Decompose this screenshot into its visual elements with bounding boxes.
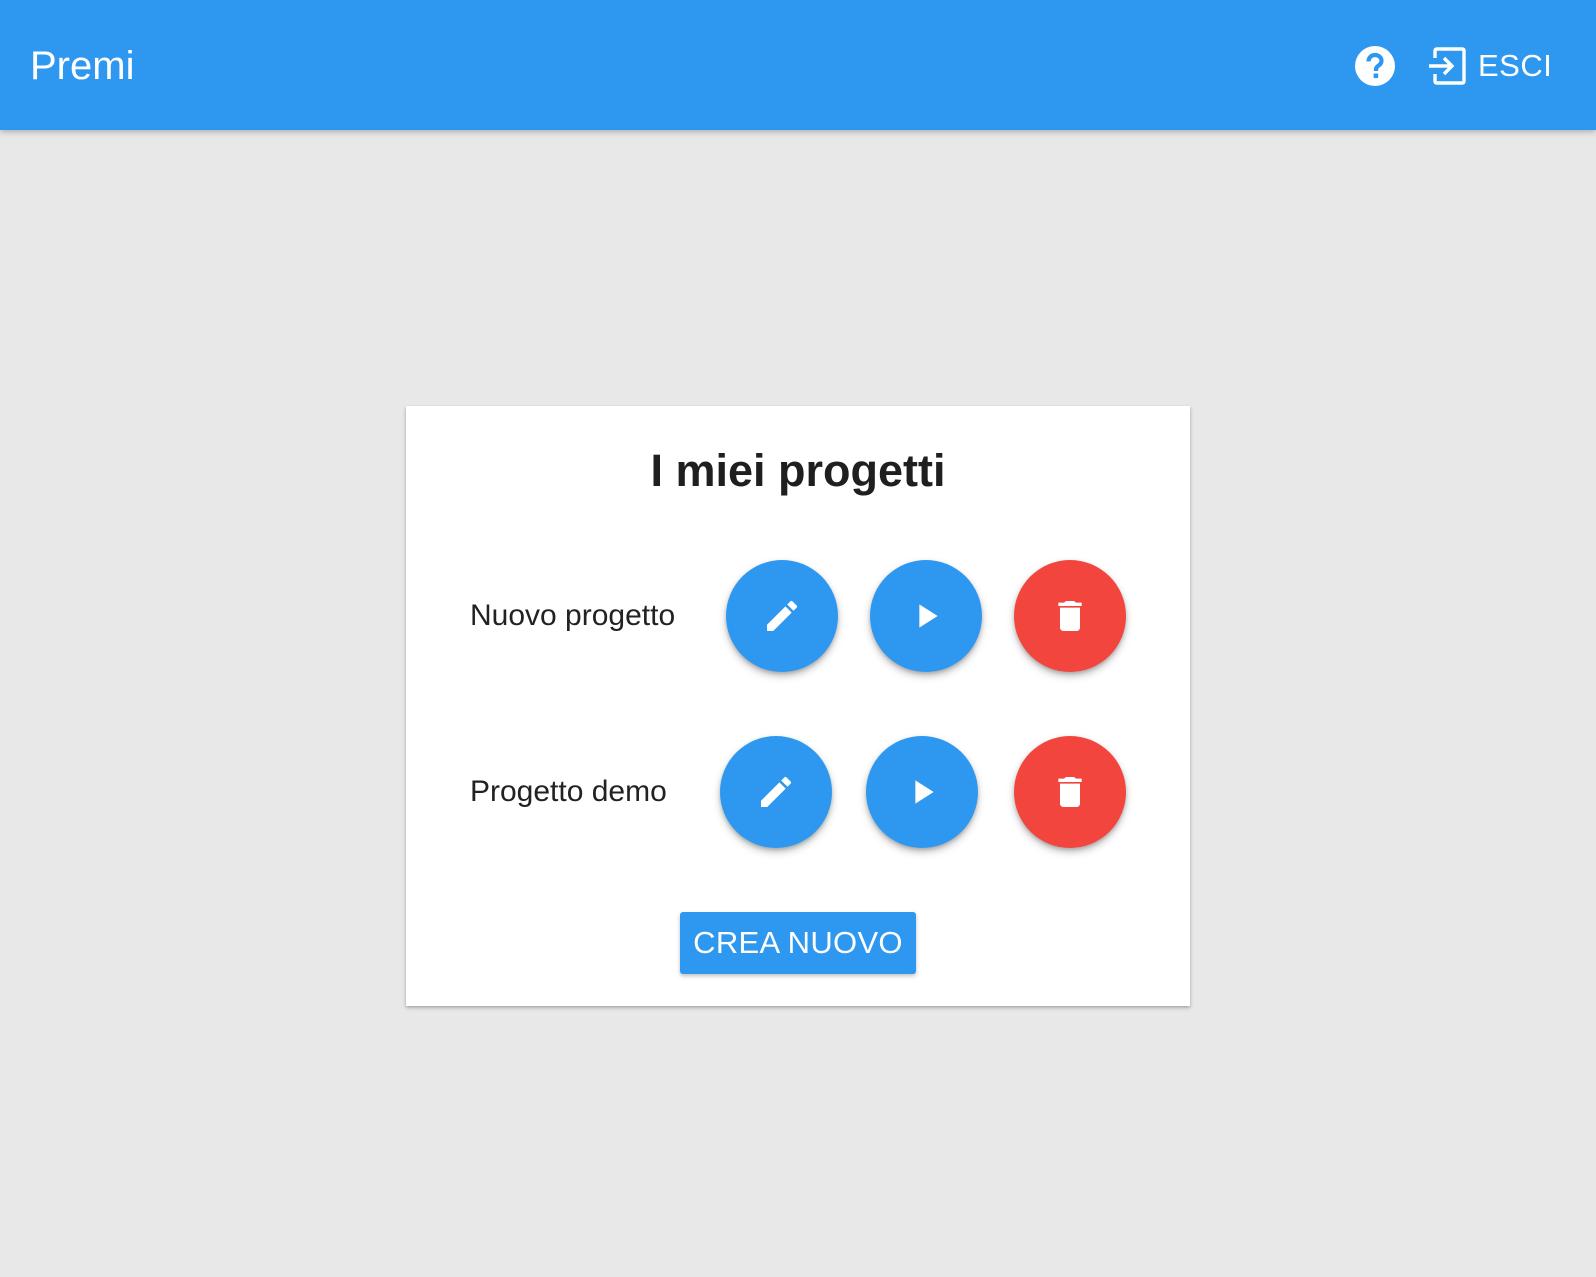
help-button[interactable] xyxy=(1354,45,1396,87)
exit-to-app-icon xyxy=(1429,47,1466,85)
delete-project-button[interactable] xyxy=(1014,560,1126,672)
trash-icon xyxy=(1058,601,1082,631)
play-project-button[interactable] xyxy=(866,736,978,848)
exit-label: ESCI xyxy=(1478,48,1553,83)
projects-card: I miei progetti Nuovo progetto Progetto … xyxy=(406,406,1190,1006)
play-project-button[interactable] xyxy=(870,560,982,672)
app-title: Premi xyxy=(30,44,135,88)
pencil-icon xyxy=(767,600,798,631)
edit-project-button[interactable] xyxy=(726,560,838,672)
edit-project-button[interactable] xyxy=(720,736,832,848)
project-name: Progetto demo xyxy=(470,775,667,808)
help-circle-icon xyxy=(1355,46,1395,86)
play-icon xyxy=(915,780,934,804)
delete-project-button[interactable] xyxy=(1014,736,1126,848)
play-icon xyxy=(919,604,938,628)
trash-icon xyxy=(1058,777,1082,807)
card-title: I miei progetti xyxy=(650,445,946,496)
project-name: Nuovo progetto xyxy=(470,599,676,632)
exit-button[interactable]: ESCI xyxy=(1428,44,1552,88)
create-new-button[interactable]: CREA NUOVO xyxy=(680,912,916,974)
pencil-icon xyxy=(761,776,792,807)
app-bar: Premi ESCI xyxy=(0,0,1596,130)
